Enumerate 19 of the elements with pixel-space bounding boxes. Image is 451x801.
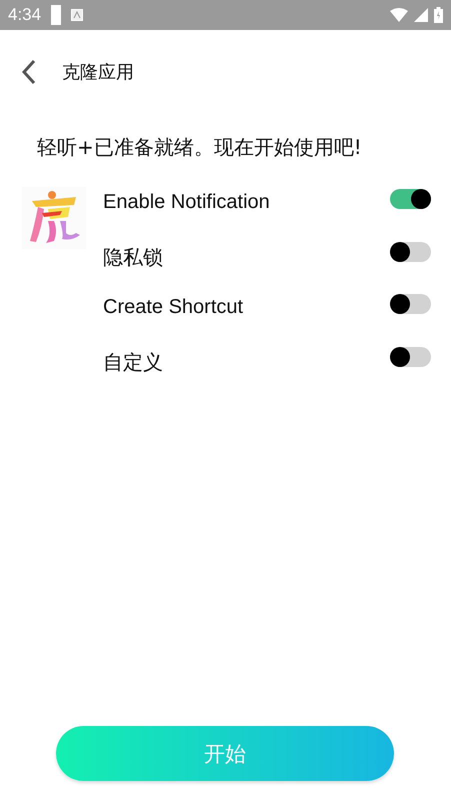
notification-icon: [71, 9, 84, 21]
page-title: 克隆应用: [62, 61, 134, 84]
signal-icon: [414, 8, 428, 22]
start-button[interactable]: 开始: [56, 726, 394, 781]
option-label: Create Shortcut: [103, 295, 244, 319]
battery-icon: [434, 7, 443, 23]
toggle-switch[interactable]: [390, 346, 431, 366]
sim-card-icon: [51, 5, 62, 25]
option-label: 自定义: [103, 350, 163, 376]
wifi-icon: [390, 8, 408, 22]
option-label: 隐私锁: [103, 246, 163, 270]
toggle-switch[interactable]: [390, 242, 431, 262]
ready-message: 轻听+已准备就绪。现在开始使用吧!: [36, 134, 363, 161]
option-label: Enable Notification: [103, 190, 270, 214]
back-icon: [22, 59, 36, 85]
toggle-switch[interactable]: [390, 189, 431, 209]
toggle-switch[interactable]: [390, 294, 431, 314]
status-time: 4:34: [8, 5, 42, 25]
back-button[interactable]: [20, 57, 38, 87]
